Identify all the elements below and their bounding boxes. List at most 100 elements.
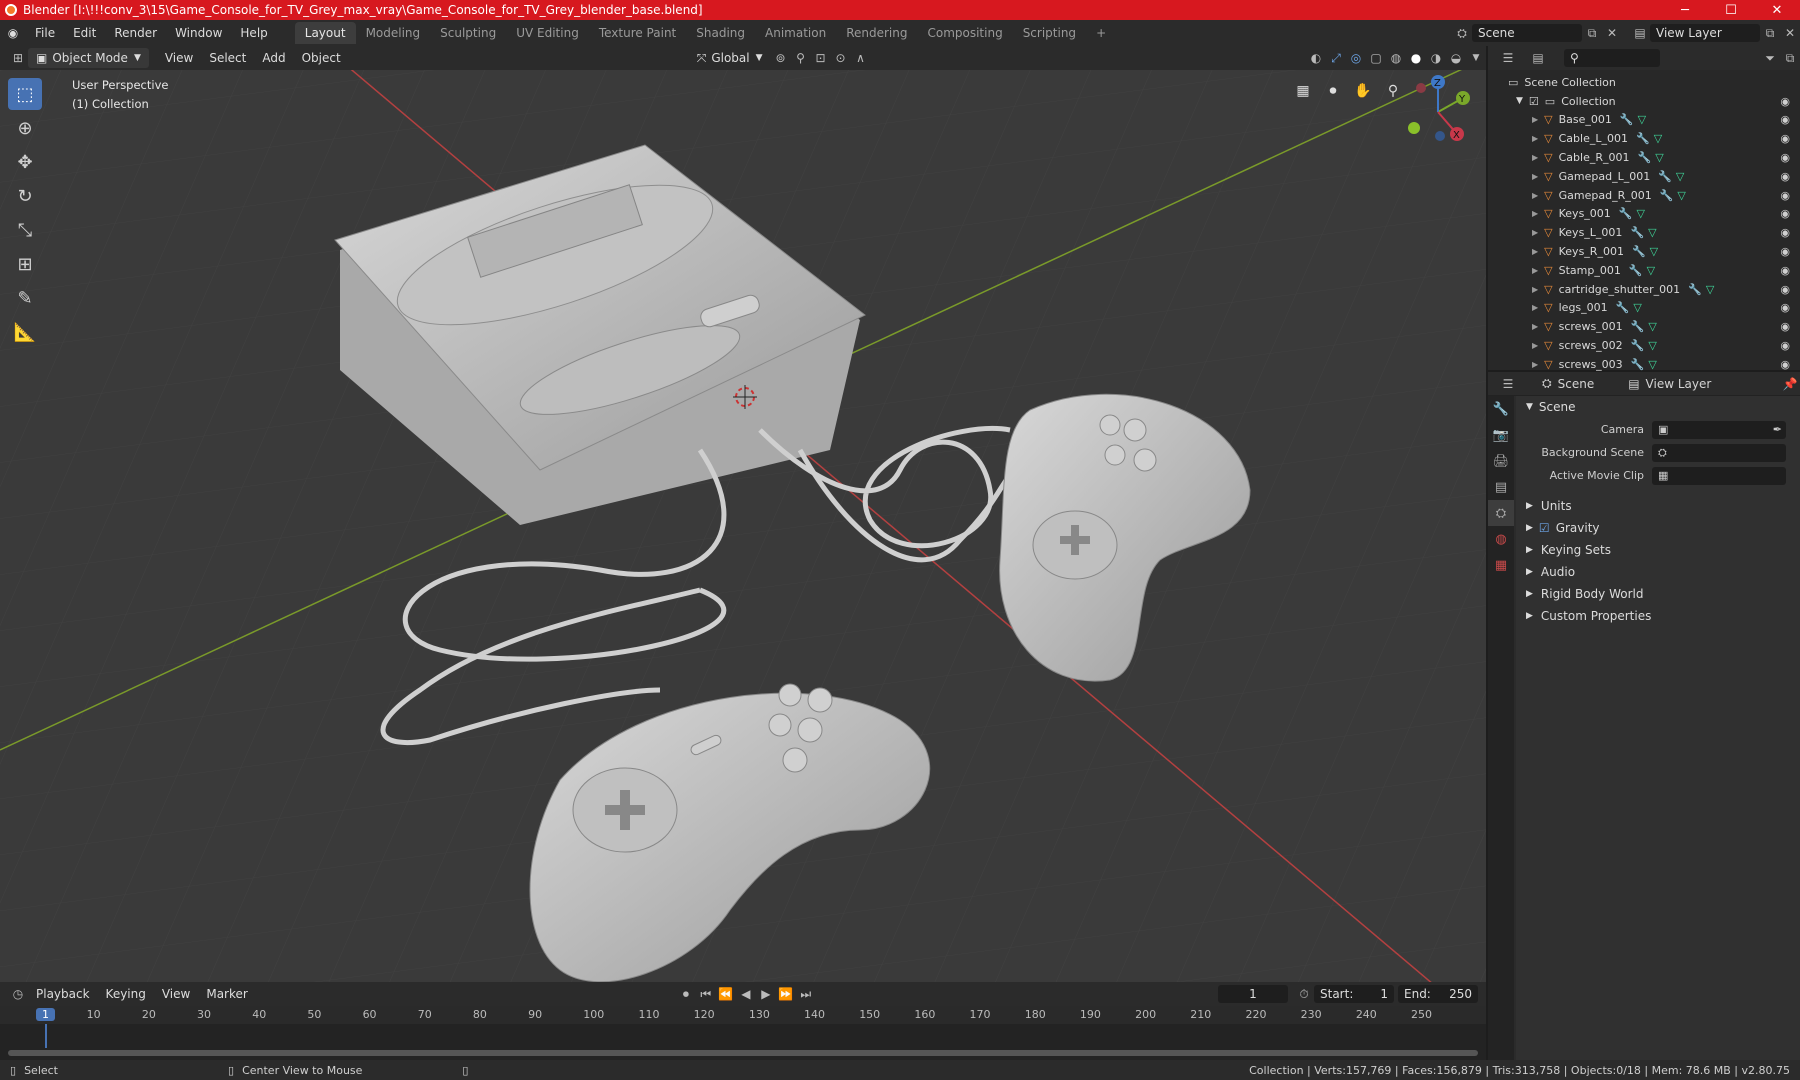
eye-icon[interactable]: ◉ — [1780, 226, 1790, 239]
texture-tab-icon[interactable]: ▦ — [1488, 552, 1514, 578]
scene-tab-icon[interactable]: ⛭ — [1488, 500, 1514, 526]
units-panel[interactable]: ▶ Units — [1516, 495, 1800, 517]
eye-icon[interactable]: ◉ — [1780, 301, 1790, 314]
gravity-panel[interactable]: ▶ ☑ Gravity — [1516, 517, 1800, 539]
eye-icon[interactable]: ◉ — [1780, 264, 1790, 277]
snap-icon[interactable]: ⚲ — [791, 48, 811, 68]
timeline-area[interactable]: 1 10 20 30 40 50 60 70 80 90 100 110 120 130 140 150 160… — [0, 1006, 1486, 1060]
new-scene-icon[interactable]: ⧉ — [1582, 23, 1602, 43]
menu-add[interactable]: Add — [254, 48, 293, 68]
rigid-body-world-panel[interactable]: ▶ Rigid Body World — [1516, 583, 1800, 605]
current-frame-field[interactable]: 1 — [1218, 985, 1288, 1003]
modifier-icon[interactable]: 🔧 — [1619, 207, 1633, 220]
proportional-edit-icon[interactable]: ⊙ — [831, 48, 851, 68]
properties-editor-icon[interactable]: ☰ — [1498, 374, 1518, 394]
wireframe-shading-icon[interactable]: ◍ — [1386, 48, 1406, 68]
display-mode-icon[interactable]: ▤ — [1528, 48, 1548, 68]
properties-scene-tab[interactable]: Scene — [1558, 377, 1595, 391]
view-layer-tab-icon[interactable]: ▤ — [1488, 474, 1514, 500]
menu-object[interactable]: Object — [294, 48, 349, 68]
modifier-icon[interactable]: 🔧 — [1631, 320, 1645, 333]
view-layer-field[interactable]: View Layer — [1650, 24, 1760, 42]
outliner-item[interactable]: ▶ ▽ cartridge_shutter_001 🔧 ▽ ◉ — [1488, 280, 1800, 299]
outliner-search-input[interactable]: ⚲ — [1564, 49, 1660, 67]
measure-tool-icon[interactable]: 📐 — [8, 316, 42, 348]
falloff-icon[interactable]: ∧ — [851, 48, 871, 68]
render-tab-icon[interactable]: 📷 — [1488, 422, 1514, 448]
blender-menu-icon[interactable]: ◉ — [0, 26, 26, 40]
menu-help[interactable]: Help — [231, 26, 276, 40]
filter-icon[interactable]: ⏷ — [1760, 48, 1780, 68]
expand-arrow-icon[interactable]: ▶ — [1532, 341, 1538, 350]
mesh-data-icon[interactable]: ▽ — [1637, 207, 1645, 220]
expand-arrow-icon[interactable]: ▶ — [1532, 191, 1538, 200]
eye-icon[interactable]: ◉ — [1780, 113, 1790, 126]
overlay-toggle-icon[interactable]: ◎ — [1346, 48, 1366, 68]
xray-icon[interactable]: ▢ — [1366, 48, 1386, 68]
mesh-data-icon[interactable]: ▽ — [1633, 301, 1641, 314]
outliner-item[interactable]: ▶ ▽ screws_003 🔧 ▽ ◉ — [1488, 355, 1800, 374]
menu-render[interactable]: Render — [105, 26, 166, 40]
eye-icon[interactable]: ◉ — [1780, 283, 1790, 296]
menu-window[interactable]: Window — [166, 26, 231, 40]
shading-options-icon[interactable]: ▼ — [1466, 48, 1486, 68]
mesh-data-icon[interactable]: ▽ — [1647, 264, 1655, 277]
rendered-shading-icon[interactable]: ◒ — [1446, 48, 1466, 68]
mesh-data-icon[interactable]: ▽ — [1638, 113, 1646, 126]
eye-icon[interactable]: ◉ — [1780, 245, 1790, 258]
timeline-view-menu[interactable]: View — [154, 984, 198, 1004]
gizmo-toggle-icon[interactable]: ⤢ — [1326, 48, 1346, 68]
expand-arrow-icon[interactable]: ▶ — [1532, 266, 1538, 275]
record-icon[interactable]: ⏺ — [676, 984, 696, 1004]
tab-compositing[interactable]: Compositing — [917, 22, 1012, 44]
object-mode-dropdown[interactable]: ▣ Object Mode ▼ — [28, 48, 149, 68]
outliner-item[interactable]: ▶ ▽ Keys_R_001 🔧 ▽ ◉ — [1488, 242, 1800, 261]
mesh-data-icon[interactable]: ▽ — [1648, 339, 1656, 352]
tab-texture-paint[interactable]: Texture Paint — [589, 22, 686, 44]
world-tab-icon[interactable]: ◍ — [1488, 526, 1514, 552]
modifier-icon[interactable]: 🔧 — [1620, 113, 1634, 126]
menu-view[interactable]: View — [157, 48, 201, 68]
transform-tool-icon[interactable]: ⊞ — [8, 248, 42, 280]
expand-arrow-icon[interactable]: ▶ — [1532, 209, 1538, 218]
pan-hand-icon[interactable]: ✋ — [1350, 78, 1376, 104]
start-frame-field[interactable]: Start: 1 — [1314, 985, 1394, 1003]
tab-modeling[interactable]: Modeling — [356, 22, 431, 44]
mesh-data-icon[interactable]: ▽ — [1648, 320, 1656, 333]
pin-icon[interactable]: 📌 — [1780, 374, 1800, 394]
mesh-data-icon[interactable]: ▽ — [1648, 226, 1656, 239]
eye-icon[interactable]: ◉ — [1780, 339, 1790, 352]
eye-icon[interactable]: ◉ — [1780, 132, 1790, 145]
background-scene-field[interactable]: ⛭ — [1652, 443, 1786, 462]
outliner-item[interactable]: ▶ ▽ screws_002 🔧 ▽ ◉ — [1488, 336, 1800, 355]
mesh-data-icon[interactable]: ▽ — [1677, 189, 1685, 202]
tab-uv-editing[interactable]: UV Editing — [506, 22, 589, 44]
modifier-icon[interactable]: 🔧 — [1658, 170, 1672, 183]
modifier-icon[interactable]: 🔧 — [1629, 264, 1643, 277]
3d-viewport[interactable]: Y Z X ⬚ ⊕ ✥ ↻ ⤡ ⊞ ✎ 📐 User Perspective (… — [0, 70, 1486, 982]
mesh-data-icon[interactable]: ▽ — [1650, 245, 1658, 258]
editor-type-icon[interactable]: ⊞ — [8, 48, 28, 68]
play-reverse-icon[interactable]: ◀ — [736, 984, 756, 1004]
camera-field[interactable]: ▣ ✒ — [1652, 420, 1786, 439]
eye-icon[interactable]: ◉ — [1780, 207, 1790, 220]
tab-layout[interactable]: Layout — [294, 22, 356, 44]
snap-target-icon[interactable]: ⊡ — [811, 48, 831, 68]
outliner-item[interactable]: ▶ ▽ Base_001 🔧 ▽ ◉ — [1488, 111, 1800, 130]
pivot-icon[interactable]: ⊚ — [771, 48, 791, 68]
scene-field[interactable]: Scene — [1472, 24, 1582, 42]
timeline-scrollbar[interactable] — [8, 1050, 1478, 1056]
mesh-data-icon[interactable]: ▽ — [1706, 283, 1714, 296]
modifier-icon[interactable]: 🔧 — [1631, 358, 1645, 371]
menu-file[interactable]: File — [26, 26, 64, 40]
expand-arrow-icon[interactable]: ▶ — [1532, 134, 1538, 143]
material-shading-icon[interactable]: ◑ — [1426, 48, 1446, 68]
new-collection-icon[interactable]: ⧉ — [1780, 48, 1800, 68]
expand-arrow-icon[interactable]: ▼ — [1516, 96, 1523, 106]
solid-shading-icon[interactable]: ● — [1406, 48, 1426, 68]
jump-start-icon[interactable]: ⏮ — [696, 984, 716, 1004]
modifier-icon[interactable]: 🔧 — [1630, 226, 1644, 239]
eye-icon[interactable]: ◉ — [1780, 151, 1790, 164]
outliner-item[interactable]: ▶ ▽ Gamepad_R_001 🔧 ▽ ◉ — [1488, 186, 1800, 205]
expand-arrow-icon[interactable]: ▶ — [1532, 228, 1538, 237]
